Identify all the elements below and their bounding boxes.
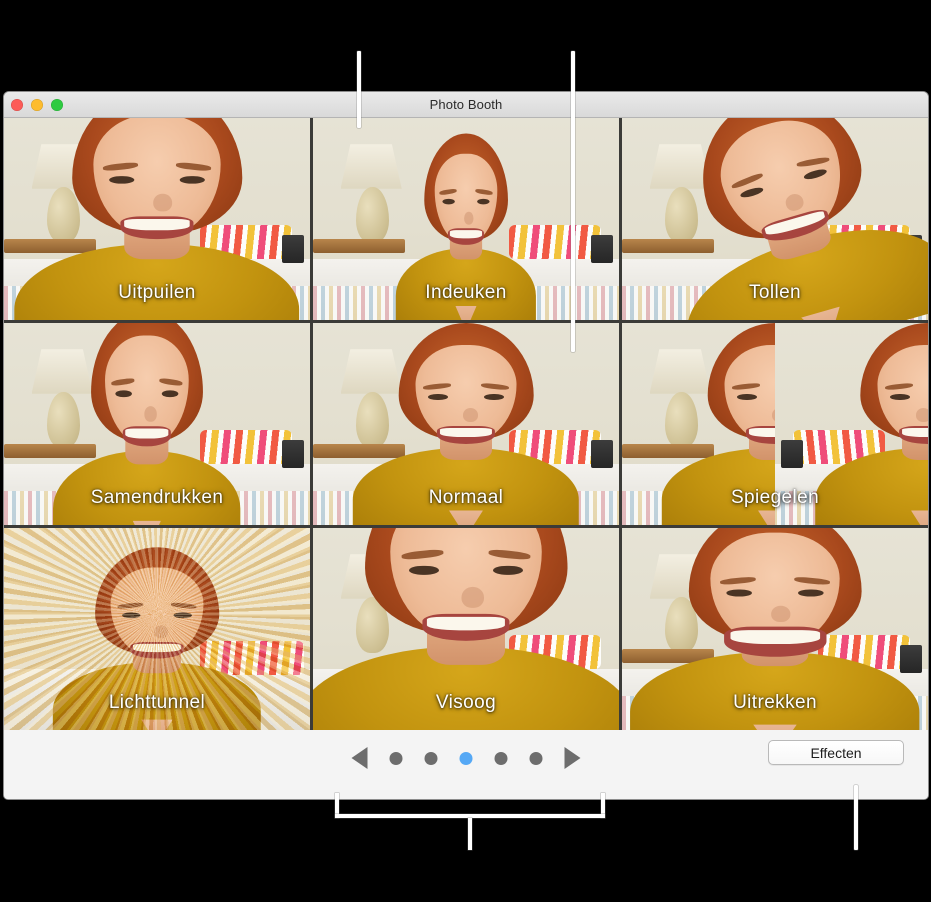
close-button-icon[interactable] [11, 98, 23, 111]
cardigan-neckline [449, 510, 483, 525]
callout-line-effect-thumbnail [357, 51, 361, 128]
teeth [124, 219, 190, 230]
person [16, 547, 298, 730]
window-title: Photo Booth [429, 97, 503, 112]
effects-grid: Uitpuilen Indeuken Tollen Samendrukken N… [4, 118, 928, 730]
mouth [724, 626, 826, 658]
effect-preview-image [622, 118, 928, 320]
effect-preview-image [622, 323, 928, 525]
person [371, 133, 561, 320]
person [20, 323, 274, 525]
effect-preview-image [4, 118, 310, 320]
eye-left [442, 198, 455, 205]
teeth [427, 617, 505, 630]
traffic-light-group [11, 98, 63, 111]
effect-preview-image [622, 528, 928, 730]
person [622, 528, 928, 730]
effect-cell-samendrukken[interactable]: Samendrukken [4, 323, 310, 525]
pager-dot-3[interactable] [459, 751, 473, 765]
cardigan-neckline [132, 520, 161, 525]
teeth [125, 428, 169, 439]
effect-cell-normaal[interactable]: Normaal [313, 323, 619, 525]
nose [771, 605, 791, 622]
cardigan-neckline [801, 307, 848, 320]
eye-left [427, 393, 448, 401]
pager-dot-5[interactable] [529, 751, 543, 765]
effect-cell-uitpuilen[interactable]: Uitpuilen [4, 118, 310, 320]
nose [154, 625, 169, 639]
effects-button-label: Effecten [810, 744, 862, 761]
callout-line-effects-button [854, 785, 858, 850]
screenshot-root: Photo Booth Uitpuilen Indeuken Tollen Sa… [0, 0, 931, 902]
effect-cell-spiegelen[interactable]: Spiegelen [622, 323, 928, 525]
callout-line-selected-effect [571, 51, 575, 352]
triangle-right-icon[interactable] [564, 747, 581, 769]
cardigan-neckline [141, 719, 173, 730]
callout-bracket-pager [335, 793, 605, 850]
teeth [730, 630, 820, 645]
pager-dot-2[interactable] [424, 751, 438, 765]
nose [153, 193, 173, 212]
nightstand [591, 235, 613, 264]
effect-preview-image [4, 528, 310, 730]
effect-cell-tollen[interactable]: Tollen [622, 118, 928, 320]
nose [144, 405, 157, 422]
cardigan-neckline [455, 305, 477, 320]
nightstand [282, 440, 304, 469]
effect-cell-uitrekken[interactable]: Uitrekken [622, 528, 928, 730]
person [4, 118, 310, 320]
eye-left [726, 589, 752, 597]
effects-button[interactable]: Effecten [768, 740, 904, 765]
nose [464, 211, 474, 225]
window-bottom-bar: Effecten [4, 730, 928, 799]
effect-cell-lichttunnel[interactable]: Lichttunnel [4, 528, 310, 730]
effect-preview-image [313, 323, 619, 525]
eye-left [736, 393, 757, 401]
eye-left [108, 175, 134, 184]
effect-preview-image [313, 528, 619, 730]
zoom-button-icon[interactable] [51, 98, 63, 111]
mirrored-half [775, 323, 928, 525]
eye-left [121, 612, 141, 619]
teeth [133, 644, 181, 652]
teeth [450, 230, 482, 238]
effects-pager [351, 747, 581, 769]
nose [462, 407, 479, 422]
eye-left [408, 565, 439, 576]
person [313, 528, 619, 730]
window-titlebar: Photo Booth [4, 92, 928, 118]
nose [461, 586, 485, 608]
eye-left [115, 390, 132, 398]
effect-cell-visoog[interactable]: Visoog [313, 528, 619, 730]
pager-dot-4[interactable] [494, 751, 508, 765]
minimize-button-icon[interactable] [31, 98, 43, 111]
pager-dot-1[interactable] [389, 751, 403, 765]
photo-booth-window: Photo Booth Uitpuilen Indeuken Tollen Sa… [4, 92, 928, 799]
teeth [440, 428, 492, 437]
person [622, 118, 928, 320]
triangle-left-icon[interactable] [351, 747, 368, 769]
effect-preview-image [4, 323, 310, 525]
person [313, 323, 619, 525]
